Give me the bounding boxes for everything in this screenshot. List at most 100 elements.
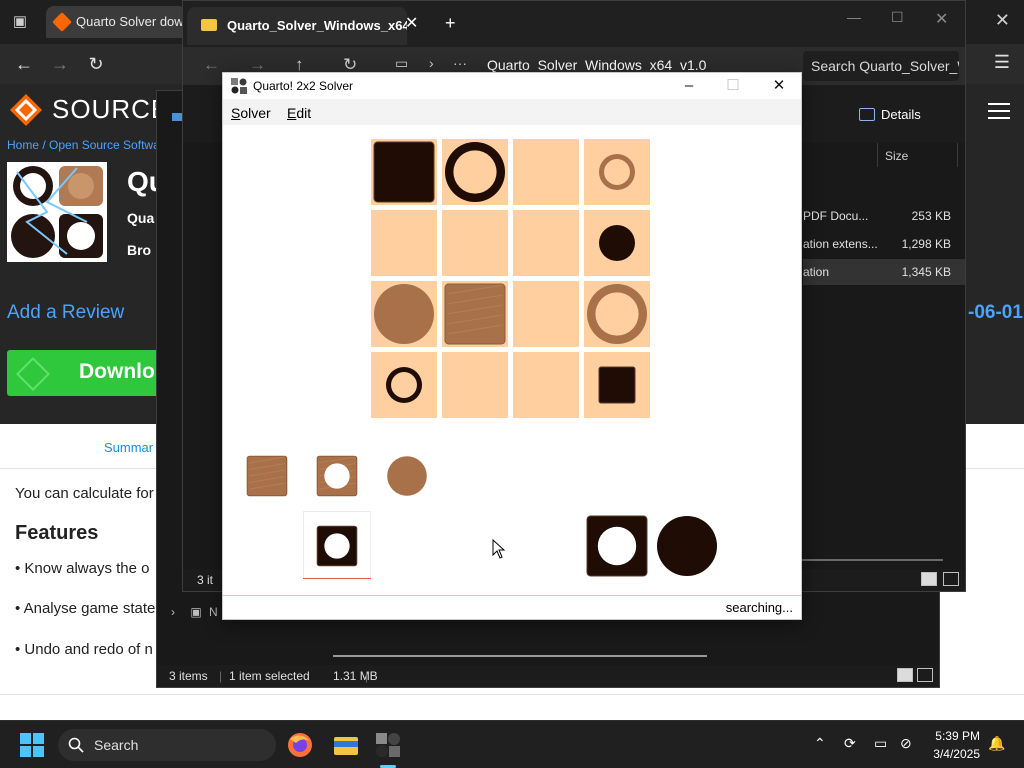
quarto-solver-window: Quarto! 2x2 Solver – ☐ ✕ Solver Edit sea… <box>222 72 802 620</box>
close-tab-icon[interactable]: ✕ <box>405 13 418 33</box>
network-icon: ▣ <box>190 605 202 619</box>
new-tab-icon[interactable]: + <box>445 13 456 34</box>
network-icon[interactable]: ⊘ <box>900 735 912 752</box>
tab-actions-icon[interactable]: ▣ <box>10 12 30 32</box>
sidebar-item-network[interactable]: › ▣ N <box>171 605 218 619</box>
tab-summary[interactable]: Summar <box>104 440 153 455</box>
chevron-right-icon[interactable]: › <box>429 55 434 71</box>
board-cell[interactable] <box>513 139 579 205</box>
tiles-view-icon[interactable] <box>943 572 959 586</box>
menu-solver[interactable]: Solver <box>231 105 271 121</box>
file-row[interactable]: PDF Docu... 253 KB <box>803 203 965 229</box>
status-divider <box>223 595 801 596</box>
clock-date[interactable]: 3/4/2025 <box>922 747 980 761</box>
more-icon[interactable]: ··· <box>453 55 467 71</box>
project-thumbnail <box>7 162 107 262</box>
tiles-view-icon[interactable] <box>917 668 933 682</box>
address-path[interactable]: Quarto_Solver_Windows_x64_v1.0 <box>487 57 706 73</box>
monitor-icon[interactable]: ▭ <box>874 735 887 752</box>
details-view-icon[interactable] <box>921 572 937 586</box>
board-cell[interactable] <box>442 352 508 418</box>
status-item-count: 3 it <box>197 573 214 587</box>
board-piece[interactable] <box>373 141 435 203</box>
browser-menu-icon[interactable]: ☰ <box>994 52 1010 73</box>
menu-icon[interactable] <box>988 102 1010 120</box>
browser-close-icon[interactable]: ✕ <box>995 10 1010 31</box>
large-piece[interactable] <box>657 516 717 576</box>
taskbar-search[interactable]: Search <box>58 729 276 761</box>
divider <box>0 694 1024 695</box>
column-header-size[interactable]: Size <box>885 149 908 163</box>
details-pane-button[interactable]: Details <box>859 107 921 122</box>
download-icon <box>16 357 50 391</box>
browser-tab[interactable]: Quarto Solver down <box>46 6 186 38</box>
sourceforge-favicon-icon <box>52 12 72 32</box>
explorer-tab-title: Quarto_Solver_Windows_x64_v <box>227 18 407 33</box>
available-piece[interactable] <box>316 455 358 497</box>
close-icon[interactable]: ✕ <box>935 9 948 29</box>
board-cell[interactable] <box>513 352 579 418</box>
board-cell[interactable] <box>442 210 508 276</box>
firefox-icon[interactable] <box>284 729 316 761</box>
back-icon[interactable]: ← <box>12 52 36 76</box>
search-input[interactable]: Search Quarto_Solver_Wi <box>803 51 959 81</box>
board-piece[interactable] <box>386 367 422 403</box>
status-selected: 1 item selected <box>229 669 310 683</box>
breadcrumb[interactable]: Home / Open Source Softwa <box>7 138 160 152</box>
download-label: Downlo <box>79 360 155 383</box>
sync-icon[interactable]: ⟳ <box>844 735 856 752</box>
maximize-button[interactable]: ☐ <box>711 75 755 97</box>
forward-icon[interactable]: → <box>48 52 72 76</box>
column-separator <box>877 143 878 167</box>
chevron-up-icon[interactable]: ⌃ <box>814 735 826 752</box>
notification-bell-icon[interactable]: 🔔 <box>988 735 1005 752</box>
horizontal-scrollbar[interactable] <box>333 655 707 657</box>
details-view-icon[interactable] <box>897 668 913 682</box>
large-piece[interactable] <box>586 515 648 577</box>
board-piece[interactable] <box>599 225 635 261</box>
explorer-tab[interactable]: Quarto_Solver_Windows_x64_v <box>187 7 407 45</box>
file-row[interactable]: ation extens... 1,298 KB <box>803 231 965 257</box>
download-button[interactable]: Downlo <box>7 350 167 396</box>
horizontal-scrollbar[interactable] <box>783 559 943 561</box>
feature-item: • Know always the o <box>15 560 150 577</box>
minimize-button[interactable]: – <box>667 75 711 97</box>
add-review-link[interactable]: Add a Review <box>7 302 124 324</box>
board-piece[interactable] <box>587 284 647 344</box>
board-cell[interactable] <box>513 210 579 276</box>
solver-title-bar: Quarto! 2x2 Solver – ☐ ✕ <box>223 73 801 99</box>
windows-start-icon[interactable] <box>20 733 44 757</box>
close-button[interactable]: ✕ <box>757 75 801 97</box>
folder-icon <box>201 19 217 31</box>
board-cell[interactable] <box>371 210 437 276</box>
selected-piece-underline <box>303 578 371 579</box>
status-bar: 3 items | 1 item selected 1.31 MB | <box>157 665 939 687</box>
status-item-count: 3 items <box>169 669 208 683</box>
explorer-title-bar: Quarto_Solver_Windows_x64_v ✕ + — ☐ ✕ <box>183 1 965 47</box>
solver-title: Quarto! 2x2 Solver <box>253 79 354 93</box>
project-description: You can calculate for <box>15 485 154 502</box>
details-icon <box>859 108 875 121</box>
back-icon[interactable]: ← <box>203 55 220 75</box>
clock-time[interactable]: 5:39 PM <box>932 729 980 743</box>
file-row-selected[interactable]: ation 1,345 KB <box>803 259 965 285</box>
board-cell[interactable] <box>513 281 579 347</box>
taskbar: Search ⌃ ⟳ ▭ ⊘ 5:39 PM 3/4/2025 🔔 <box>0 720 1024 768</box>
minimize-icon[interactable]: — <box>847 9 861 25</box>
solver-status: searching... <box>725 600 793 615</box>
available-piece[interactable] <box>387 456 427 496</box>
board-piece[interactable] <box>374 284 434 344</box>
board-piece[interactable] <box>444 283 506 345</box>
quarto-solver-icon[interactable] <box>372 729 404 761</box>
chevron-right-icon: › <box>171 605 175 619</box>
maximize-icon[interactable]: ☐ <box>891 9 904 26</box>
monitor-icon[interactable]: ▭ <box>395 55 408 72</box>
board-piece[interactable] <box>445 142 505 202</box>
board-piece[interactable] <box>599 154 635 190</box>
board-piece[interactable] <box>598 366 636 404</box>
available-piece[interactable] <box>246 455 288 497</box>
reload-icon[interactable]: ↻ <box>84 52 108 76</box>
column-separator <box>957 143 958 167</box>
menu-edit[interactable]: Edit <box>287 105 311 121</box>
file-explorer-icon[interactable] <box>330 729 362 761</box>
